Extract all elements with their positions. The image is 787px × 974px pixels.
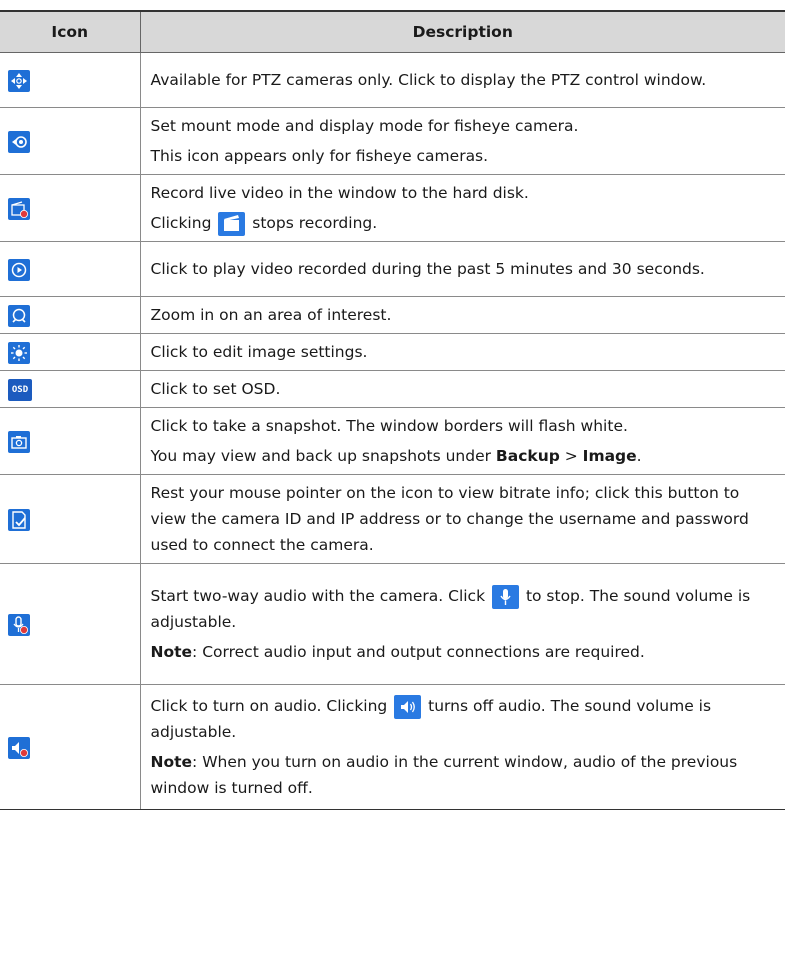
row-description: Click to set OSD. bbox=[150, 380, 281, 398]
row-description-extra: This icon appears only for fisheye camer… bbox=[150, 147, 489, 165]
note-text: : Correct audio input and output connect… bbox=[192, 643, 645, 661]
microphone-stop-icon bbox=[492, 584, 519, 609]
osd-icon-label: OSD bbox=[11, 384, 29, 395]
row-description-text: Click to turn on audio. Clicking bbox=[150, 697, 388, 715]
icon-description-table: Icon Description Available for PTZ camer… bbox=[0, 10, 785, 810]
note-text: : When you turn on audio in the current … bbox=[150, 753, 738, 797]
playback-icon bbox=[8, 258, 30, 281]
row-description: Zoom in on an area of interest. bbox=[150, 306, 392, 324]
table-row: Zoom in on an area of interest. bbox=[0, 296, 785, 334]
path-separator: > bbox=[559, 447, 583, 465]
table-row: Record live video in the window to the h… bbox=[0, 174, 785, 242]
row-description-text: stops recording. bbox=[252, 214, 378, 232]
table-row: OSD Click to set OSD. bbox=[0, 370, 785, 408]
ptz-icon bbox=[8, 69, 30, 92]
fisheye-icon bbox=[8, 130, 30, 153]
table-row: Click to turn on audio. Clicking turns o… bbox=[0, 684, 785, 810]
row-description: Available for PTZ cameras only. Click to… bbox=[150, 71, 707, 89]
row-description: Click to play video recorded during the … bbox=[150, 260, 705, 278]
image-menu-label: Image bbox=[582, 447, 637, 465]
row-description-text: Clicking bbox=[150, 214, 212, 232]
record-icon bbox=[8, 197, 30, 220]
stop-record-icon bbox=[218, 211, 246, 236]
row-description: Record live video in the window to the h… bbox=[150, 184, 529, 202]
backup-menu-label: Backup bbox=[495, 447, 560, 465]
note-label: Note bbox=[150, 753, 193, 771]
row-description-text: . bbox=[636, 447, 642, 465]
description-column-header: Description bbox=[140, 10, 785, 53]
table-row: Click to play video recorded during the … bbox=[0, 241, 785, 297]
table-row: Click to edit image settings. bbox=[0, 333, 785, 371]
note-label: Note bbox=[150, 643, 193, 661]
table-header-row: Icon Description bbox=[0, 10, 785, 53]
audio-icon bbox=[8, 736, 30, 759]
osd-icon: OSD bbox=[8, 378, 32, 401]
snapshot-icon bbox=[8, 430, 30, 453]
row-description-text: You may view and back up snapshots under bbox=[150, 447, 496, 465]
table-row: Start two-way audio with the camera. Cli… bbox=[0, 563, 785, 685]
table-row: Set mount mode and display mode for fish… bbox=[0, 107, 785, 175]
speaker-icon bbox=[394, 694, 422, 719]
row-description: Rest your mouse pointer on the icon to v… bbox=[150, 484, 749, 554]
row-description-text: Start two-way audio with the camera. Cli… bbox=[150, 587, 486, 605]
row-description: Set mount mode and display mode for fish… bbox=[150, 117, 579, 135]
two-way-audio-icon bbox=[8, 613, 30, 636]
image-settings-icon bbox=[8, 341, 30, 364]
icon-column-header: Icon bbox=[0, 10, 141, 53]
table-row: Available for PTZ cameras only. Click to… bbox=[0, 52, 785, 108]
row-description: Click to edit image settings. bbox=[150, 343, 368, 361]
row-description: Click to take a snapshot. The window bor… bbox=[150, 417, 628, 435]
table-row: Click to take a snapshot. The window bor… bbox=[0, 407, 785, 475]
zoom-icon bbox=[8, 304, 30, 327]
table-row: Rest your mouse pointer on the icon to v… bbox=[0, 474, 785, 564]
camera-info-icon bbox=[8, 508, 30, 531]
